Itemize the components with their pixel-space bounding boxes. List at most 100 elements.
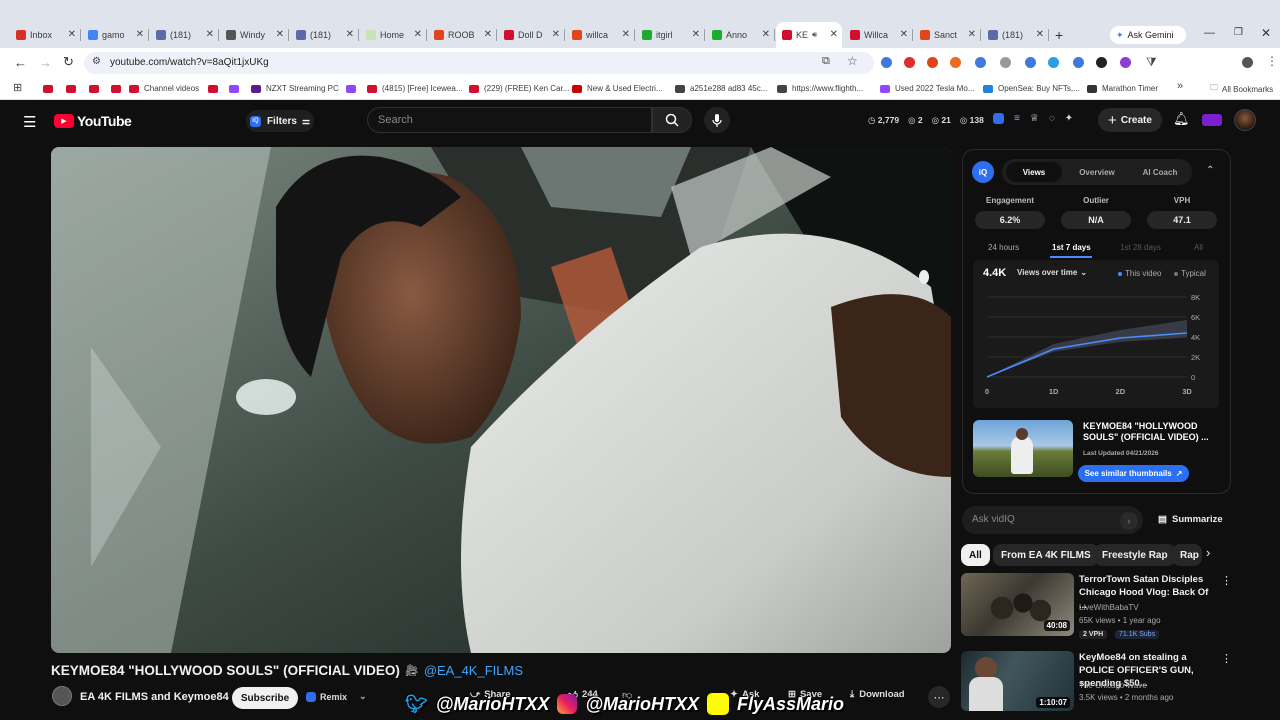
extension-icon[interactable] xyxy=(1120,57,1131,68)
forward-icon[interactable]: → xyxy=(39,55,52,70)
back-icon[interactable]: ← xyxy=(14,55,27,70)
browser-tab[interactable]: Windy ✕ xyxy=(220,22,289,48)
ask-vidiq-input[interactable]: Ask vidIQ xyxy=(962,506,1143,534)
extension-icon[interactable] xyxy=(927,57,938,68)
filter-chip[interactable]: Freestyle Rap xyxy=(1094,544,1176,566)
chips-next-icon[interactable]: › xyxy=(1206,545,1210,560)
tab-close-icon[interactable]: ✕ xyxy=(206,29,214,40)
extension-icon[interactable] xyxy=(1000,57,1011,68)
ask-gemini-button[interactable]: ✦ Ask Gemini xyxy=(1110,26,1186,44)
tab-close-icon[interactable]: ✕ xyxy=(414,29,422,40)
browser-tab[interactable]: itgirl ✕ xyxy=(636,22,705,48)
range-tab[interactable]: 1st 28 days xyxy=(1120,243,1161,252)
extension-icon[interactable] xyxy=(1073,57,1084,68)
bookmark-item[interactable] xyxy=(208,81,223,96)
hamburger-menu-icon[interactable]: ☰ xyxy=(23,113,36,131)
extension-icon[interactable] xyxy=(975,57,986,68)
browser-tab[interactable]: ROOB ✕ xyxy=(428,22,497,48)
avatar[interactable] xyxy=(1234,109,1256,131)
rec-more-icon[interactable]: ⋮ xyxy=(1221,652,1232,665)
reload-icon[interactable]: ↻ xyxy=(63,54,74,70)
bookmark-item[interactable]: a251e288 ad83 45c... xyxy=(675,81,767,96)
recommendation-2[interactable]: 1:10:07 KeyMoe84 on stealing a POLICE OF… xyxy=(961,651,1232,711)
tab-close-icon[interactable]: ✕ xyxy=(900,29,908,40)
address-bar[interactable]: ⚙ youtube.com/watch?v=8aQit1jxUKg ⧉ ☆ xyxy=(84,52,874,74)
search-button[interactable] xyxy=(652,107,692,133)
bookmark-item[interactable]: NZXT Streaming PC xyxy=(251,81,339,96)
filters-button[interactable]: iQ Filters ⚌ xyxy=(246,110,314,132)
tab-close-icon[interactable]: ✕ xyxy=(136,29,144,40)
vidiq-tab-views[interactable]: Views xyxy=(1006,162,1062,182)
menu-dots-icon[interactable]: ⋮ xyxy=(1266,54,1278,68)
filter-chip[interactable]: All xyxy=(961,544,990,566)
tab-close-icon[interactable]: ✕ xyxy=(762,29,770,40)
bookmark-item[interactable]: Channel videos xyxy=(129,81,199,96)
cast-icon[interactable]: ⧉ xyxy=(822,55,830,68)
tab-close-icon[interactable]: ✕ xyxy=(68,29,76,40)
range-tab[interactable]: 24 hours xyxy=(988,243,1019,252)
bookmark-item[interactable]: OpenSea: Buy NFTs,... xyxy=(983,81,1080,96)
extension-icon[interactable] xyxy=(950,57,961,68)
bookmark-item[interactable]: Marathon Timer xyxy=(1087,81,1158,96)
range-tab[interactable]: All xyxy=(1194,243,1203,252)
browser-tab[interactable]: KE 🔊︎ ✕ xyxy=(776,22,842,48)
recommendation-1[interactable]: 40:08 TerrorTown Satan Disciples Chicago… xyxy=(961,573,1232,639)
minimize-button[interactable]: — xyxy=(1204,27,1215,39)
new-tab-button[interactable]: + xyxy=(1055,27,1063,43)
bookmark-item[interactable]: (229) (FREE) Ken Car... xyxy=(469,81,569,96)
tab-close-icon[interactable]: ✕ xyxy=(830,29,838,40)
bookmark-item[interactable]: Used 2022 Tesla Mo... xyxy=(880,81,974,96)
apps-grid-icon[interactable]: ⊞ xyxy=(13,81,22,94)
puzzle-extensions-icon[interactable]: ⧩ xyxy=(1146,55,1157,70)
bookmark-item[interactable]: (4815) [Free] Icewea... xyxy=(367,81,462,96)
browser-tab[interactable]: Anno ✕ xyxy=(706,22,775,48)
browser-tab[interactable]: (181) ✕ xyxy=(150,22,219,48)
subscribe-button[interactable]: Subscribe xyxy=(232,687,298,709)
see-similar-thumbnails-button[interactable]: See similar thumbnails ↗ xyxy=(1078,465,1189,482)
channel-handle-link[interactable]: @EA_4K_FILMS xyxy=(424,663,523,678)
filter-chip[interactable]: From EA 4K FILMS xyxy=(993,544,1099,566)
collapse-chevron-icon[interactable]: ⌃ xyxy=(1206,165,1214,176)
all-bookmarks[interactable]: 🗀 All Bookmarks xyxy=(1210,82,1273,96)
create-button[interactable]: + Create xyxy=(1098,108,1162,132)
bookmark-star-icon[interactable]: ☆ xyxy=(847,54,858,68)
extension-icon[interactable] xyxy=(1048,57,1059,68)
bookmark-item[interactable]: https://www.flighth... xyxy=(777,81,863,96)
channel-avatar[interactable] xyxy=(52,686,72,706)
tab-close-icon[interactable]: ✕ xyxy=(346,29,354,40)
bookmarks-overflow-icon[interactable]: » xyxy=(1177,80,1183,92)
tab-close-icon[interactable]: ✕ xyxy=(692,29,700,40)
browser-tab[interactable]: willca ✕ xyxy=(566,22,635,48)
bookmark-item[interactable] xyxy=(229,81,244,96)
close-window-button[interactable]: ✕ xyxy=(1261,26,1271,40)
summarize-button[interactable]: ▤ Summarize xyxy=(1158,514,1223,525)
channel-name[interactable]: EA 4K FILMS and Keymoe84 xyxy=(80,691,229,703)
browser-tab[interactable]: Home ✕ xyxy=(360,22,427,48)
tab-close-icon[interactable]: ✕ xyxy=(968,29,976,40)
maximize-button[interactable]: ❐ xyxy=(1234,27,1243,38)
tab-close-icon[interactable]: ✕ xyxy=(484,29,492,40)
rec-more-icon[interactable]: ⋮ xyxy=(1221,574,1232,587)
vidiq-tab-ai-coach[interactable]: AI Coach xyxy=(1130,162,1190,182)
youtube-logo[interactable]: ▶ YouTube xyxy=(54,113,132,129)
site-info-icon[interactable]: ⚙ xyxy=(92,56,101,67)
tab-close-icon[interactable]: ✕ xyxy=(276,29,284,40)
extension-icon[interactable] xyxy=(1096,57,1107,68)
tab-close-icon[interactable]: ✕ xyxy=(1036,29,1044,40)
views-over-time-dropdown[interactable]: Views over time ⌄ xyxy=(1017,268,1087,277)
bookmark-item[interactable] xyxy=(43,81,58,96)
browser-tab[interactable]: Sanct ✕ xyxy=(914,22,981,48)
tab-close-icon[interactable]: ✕ xyxy=(622,29,630,40)
profile-icon[interactable] xyxy=(1242,57,1253,68)
notifications-bell-icon[interactable]: 🔔︎ xyxy=(1173,111,1190,127)
bookmark-item[interactable] xyxy=(66,81,81,96)
search-input[interactable]: Search xyxy=(367,107,652,133)
remix-button[interactable]: Remix ⌄ xyxy=(306,691,367,702)
range-tab[interactable]: 1st 7 days xyxy=(1052,243,1091,252)
extension-icon[interactable] xyxy=(904,57,915,68)
voice-search-button[interactable] xyxy=(704,107,730,133)
bookmark-item[interactable]: New & Used Electri... xyxy=(572,81,663,96)
extension-icon[interactable] xyxy=(881,57,892,68)
filter-chip[interactable]: Rap xyxy=(1172,544,1202,566)
browser-tab[interactable]: gamo ✕ xyxy=(82,22,149,48)
